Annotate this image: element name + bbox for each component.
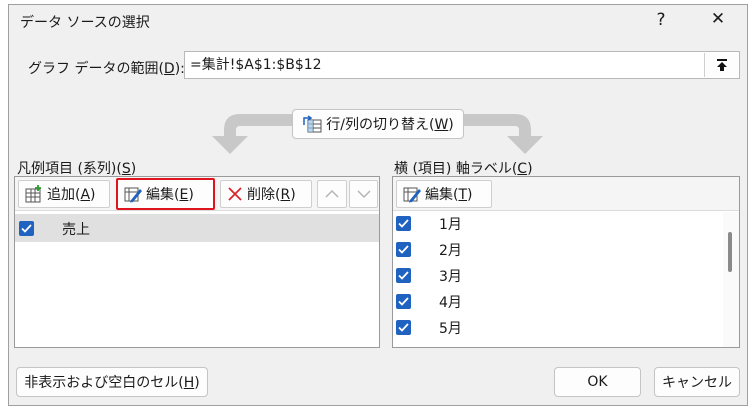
help-button[interactable]: ?	[646, 10, 676, 30]
legend-entries-label: 凡例項目 (系列)(S)	[17, 161, 137, 177]
collapse-range-button[interactable]	[704, 53, 738, 77]
delete-series-label: 削除(R)	[247, 187, 296, 203]
item-label: 1月	[439, 217, 462, 233]
item-checkbox[interactable]	[396, 242, 411, 257]
edit-axis-labels-label: 編集(T)	[425, 187, 473, 203]
item-checkbox[interactable]	[396, 216, 411, 231]
edit-series-label: 編集(E)	[146, 187, 194, 203]
ok-button[interactable]: OK	[554, 367, 641, 397]
cancel-button[interactable]: キャンセル	[654, 367, 740, 397]
hidden-empty-cells-button[interactable]: 非表示および空白のセル(H)	[16, 367, 208, 397]
close-button[interactable]: ✕	[703, 9, 733, 29]
switch-row-column-icon	[303, 115, 322, 133]
item-label: 4月	[439, 295, 462, 311]
add-series-label: 追加(A)	[47, 187, 96, 203]
move-down-button[interactable]	[349, 180, 378, 208]
checkmark-icon	[398, 323, 409, 332]
axis-scrollbar[interactable]	[723, 212, 739, 347]
switch-row-column-button[interactable]: 行/列の切り替え(W)	[292, 109, 464, 139]
item-label: 5月	[439, 321, 462, 337]
item-label: 2月	[439, 243, 462, 259]
checkmark-icon	[21, 224, 32, 233]
delete-series-button[interactable]: 削除(R)	[220, 180, 312, 208]
checkmark-icon	[398, 245, 409, 254]
arrow-left-down-icon	[212, 114, 292, 154]
edit-axis-labels-button[interactable]: 編集(T)	[396, 180, 492, 208]
edit-pencil-icon	[124, 187, 142, 203]
chevron-down-icon	[356, 190, 371, 199]
checkmark-icon	[398, 271, 409, 280]
axis-labels-label: 横 (項目) 軸ラベル(C)	[394, 161, 533, 177]
item-checkbox[interactable]	[396, 294, 411, 309]
edit-pencil-icon	[403, 187, 421, 203]
series-name: 売上	[62, 222, 90, 238]
add-table-icon	[25, 185, 41, 203]
move-up-button[interactable]	[317, 180, 347, 208]
collapse-range-icon	[716, 59, 727, 71]
checkmark-icon	[398, 297, 409, 306]
item-label: 3月	[439, 269, 462, 285]
add-series-button[interactable]: 追加(A)	[18, 180, 110, 208]
dialog-title: データ ソースの選択	[20, 15, 150, 31]
edit-series-button[interactable]: 編集(E)	[116, 178, 215, 210]
item-checkbox[interactable]	[396, 268, 411, 283]
item-checkbox[interactable]	[396, 320, 411, 335]
data-range-input[interactable]: =集計!$A$1:$B$12	[184, 51, 740, 79]
series-checkbox[interactable]	[19, 221, 34, 236]
delete-x-icon	[228, 187, 242, 201]
chevron-up-icon	[325, 189, 339, 198]
checkmark-icon	[398, 219, 409, 228]
switch-row-column-label: 行/列の切り替え(W)	[326, 117, 454, 133]
arrow-right-down-icon	[463, 114, 543, 154]
data-range-label: グラフ データの範囲(D):	[28, 61, 185, 77]
scrollbar-thumb[interactable]	[728, 232, 732, 272]
hidden-empty-cells-label: 非表示および空白のセル(H)	[24, 375, 200, 391]
